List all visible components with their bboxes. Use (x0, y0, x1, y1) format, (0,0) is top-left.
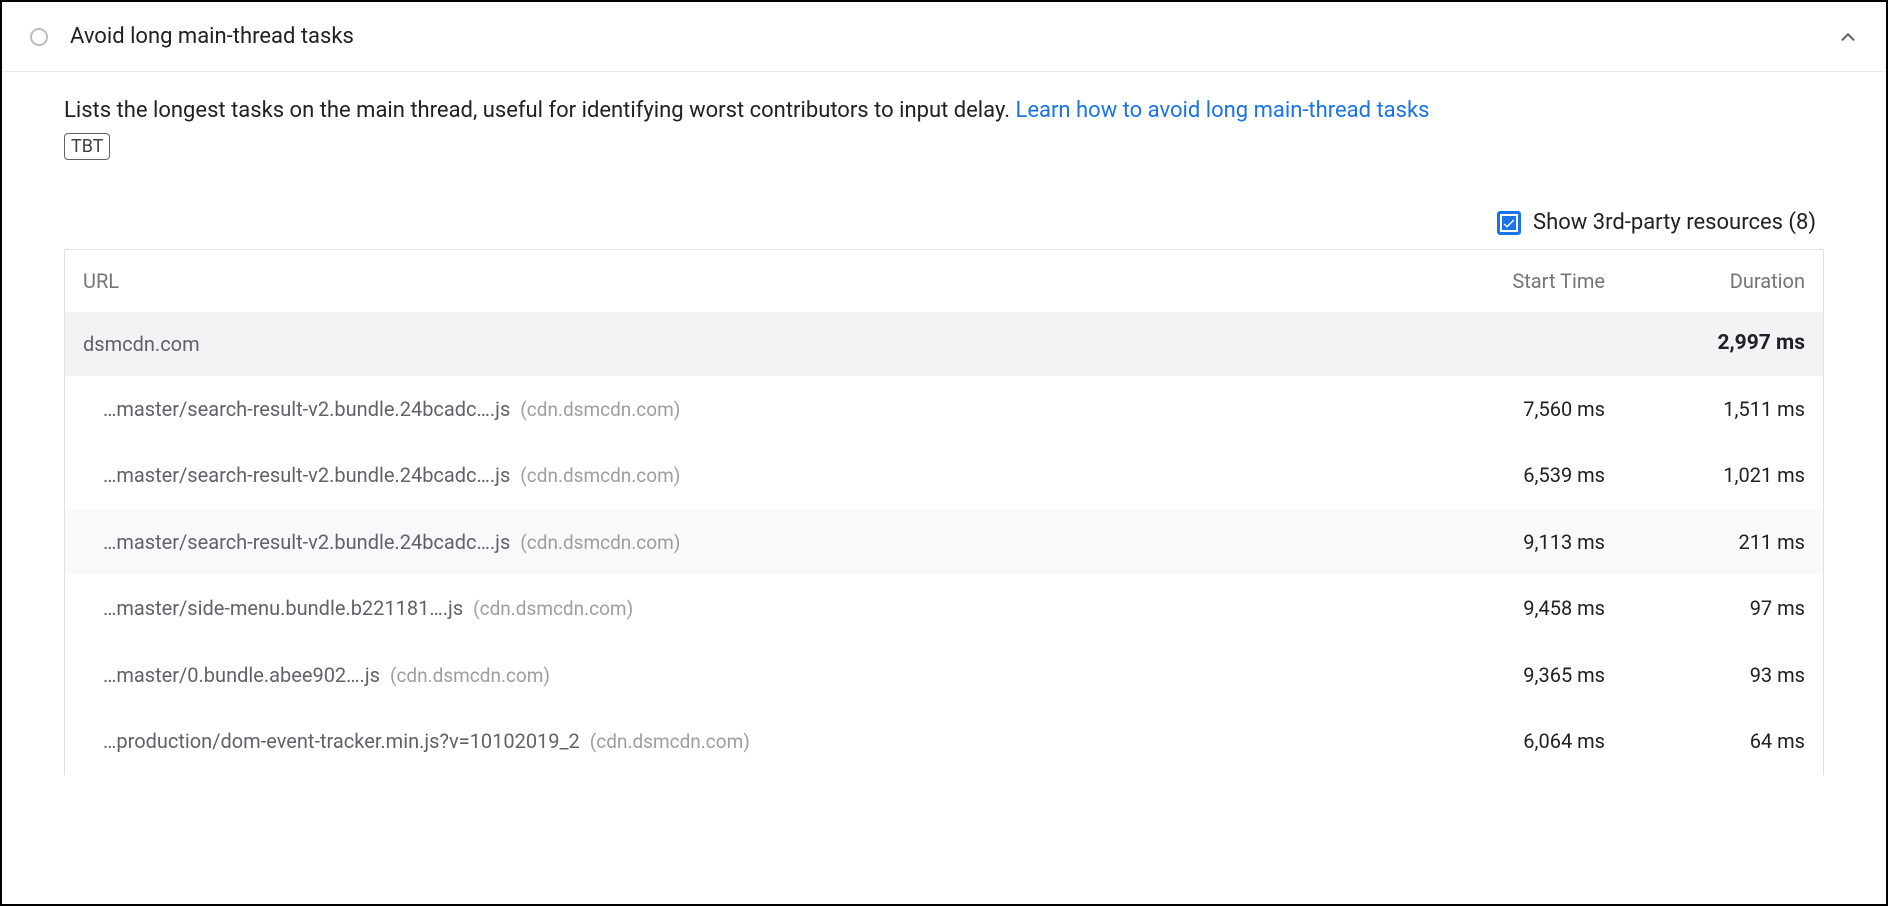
table-row[interactable]: …master/side-menu.bundle.b221181….js (cdn… (65, 575, 1823, 642)
third-party-checkbox[interactable] (1497, 211, 1521, 235)
group-host: dsmcdn.com (83, 329, 1425, 359)
row-start-time: 9,113 ms (1425, 527, 1605, 557)
audit-header[interactable]: Avoid long main-thread tasks (2, 2, 1886, 72)
row-url-host: (cdn.dsmcdn.com) (520, 462, 680, 491)
row-url-host: (cdn.dsmcdn.com) (473, 595, 633, 624)
row-start-time: 7,560 ms (1425, 394, 1605, 424)
table-row[interactable]: …master/search-result-v2.bundle.24bcadc…… (65, 376, 1823, 443)
row-url-host: (cdn.dsmcdn.com) (520, 529, 680, 558)
tbt-chip: TBT (64, 133, 110, 160)
table-row[interactable]: …master/0.bundle.abee902….js (cdn.dsmcdn.… (65, 642, 1823, 709)
row-duration: 1,511 ms (1605, 394, 1805, 424)
row-start-time: 6,064 ms (1425, 726, 1605, 756)
audit-body: Lists the longest tasks on the main thre… (2, 72, 1886, 775)
table-row[interactable]: …master/search-result-v2.bundle.24bcadc…… (65, 509, 1823, 576)
col-duration: Duration (1605, 266, 1805, 296)
row-url-path: …production/dom-event-tracker.min.js?v=1… (103, 726, 580, 756)
table-group-row[interactable]: dsmcdn.com 2,997 ms (65, 312, 1823, 376)
row-start-time: 6,539 ms (1425, 460, 1605, 490)
row-url-path: …master/search-result-v2.bundle.24bcadc…… (103, 394, 510, 424)
third-party-label: Show 3rd-party resources (8) (1533, 206, 1816, 239)
row-duration: 211 ms (1605, 527, 1805, 557)
table-row[interactable]: …production/dom-event-tracker.min.js?v=1… (65, 708, 1823, 775)
row-url-path: …master/search-result-v2.bundle.24bcadc…… (103, 460, 510, 490)
audit-panel: Avoid long main-thread tasks Lists the l… (0, 0, 1888, 906)
row-url-path: …master/search-result-v2.bundle.24bcadc…… (103, 527, 510, 557)
row-duration: 93 ms (1605, 660, 1805, 690)
row-start-time: 9,365 ms (1425, 660, 1605, 690)
audit-description-text: Lists the longest tasks on the main thre… (64, 98, 1015, 123)
group-duration: 2,997 ms (1605, 328, 1805, 360)
table-header: URL Start Time Duration (65, 250, 1823, 312)
third-party-toggle-row: Show 3rd-party resources (8) (64, 206, 1824, 239)
audit-title: Avoid long main-thread tasks (70, 20, 1834, 53)
col-start: Start Time (1425, 266, 1605, 296)
row-url-host: (cdn.dsmcdn.com) (590, 728, 750, 757)
row-duration: 1,021 ms (1605, 460, 1805, 490)
table-row[interactable]: …master/search-result-v2.bundle.24bcadc…… (65, 442, 1823, 509)
learn-more-link[interactable]: Learn how to avoid long main-thread task… (1015, 98, 1429, 123)
col-url: URL (83, 266, 1425, 296)
row-start-time: 9,458 ms (1425, 593, 1605, 623)
row-url-host: (cdn.dsmcdn.com) (520, 396, 680, 425)
row-duration: 64 ms (1605, 726, 1805, 756)
status-ring-icon (30, 28, 48, 46)
row-url-host: (cdn.dsmcdn.com) (390, 662, 550, 691)
tasks-table: URL Start Time Duration dsmcdn.com 2,997… (64, 249, 1824, 775)
row-url-path: …master/side-menu.bundle.b221181….js (103, 593, 463, 623)
audit-description: Lists the longest tasks on the main thre… (64, 94, 1824, 162)
row-url-path: …master/0.bundle.abee902….js (103, 660, 380, 690)
chevron-up-icon[interactable] (1834, 23, 1862, 51)
row-duration: 97 ms (1605, 593, 1805, 623)
